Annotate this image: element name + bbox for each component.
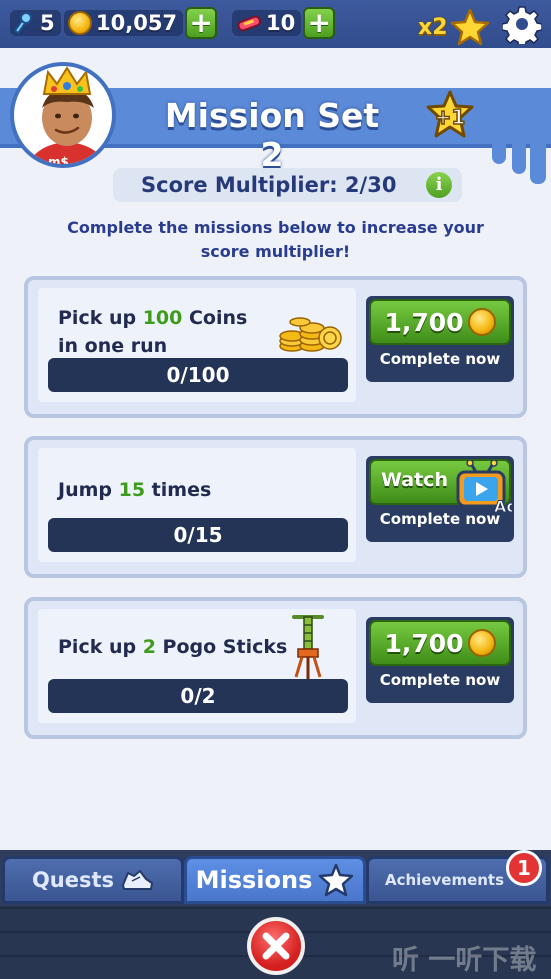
coin-stack-icon [279,317,342,352]
hoverboards-count: 10 [266,11,296,35]
complete-now-label[interactable]: Complete now [366,671,514,689]
mission-progress: 0/15 [48,518,348,552]
score-multiplier-bar: Score Multiplier: 2/30 [113,168,462,202]
tab-missions-label: Missions [195,866,313,894]
page-title: Mission Set 2 [164,96,380,174]
mission-card-2: Jump 15 times 0/15 Watch Ad Complete now [24,436,527,578]
mission-reward: 1,700 Complete now [366,296,514,382]
mission-info: Pick up 2 Pogo Sticks 0/2 [38,609,356,723]
mission-text-suffix: times [145,479,212,501]
reward-button[interactable]: 1,700 [369,299,511,345]
add-hoverboards-button[interactable]: + [303,7,336,39]
mission-target: 2 [142,636,156,658]
tab-quests[interactable]: Quests [2,856,184,904]
reward-amount: 1,700 [384,628,464,658]
score-multiplier-text: Score Multiplier: 2/30 [141,173,397,197]
star-icon [450,8,489,46]
tab-achievements-label: Achievements [385,871,505,889]
info-icon[interactable]: i [426,172,452,198]
tv-ad-icon: Ad [456,460,512,514]
close-button[interactable] [247,917,305,975]
mission-progress: 0/2 [48,679,348,713]
mission-text-prefix: Jump [58,479,119,501]
coin-icon [467,308,496,336]
mission-card-3: Pick up 2 Pogo Sticks 0/2 1,700 Complete… [24,597,527,739]
mission-info: Pick up 100 Coins in one run 0/100 [38,288,356,402]
mission-card-1: Pick up 100 Coins in one run 0/100 1,700… [24,276,527,418]
mission-reward: Watch Ad Complete now [366,456,514,542]
reward-amount: 1,700 [384,307,464,337]
achievements-notification-badge: 1 [506,850,542,886]
score-multiplier-indicator[interactable]: x2 [418,8,490,46]
key-icon [14,12,32,34]
banner-drip [530,144,546,184]
mission-text: Pick up 100 Coins in one run [58,304,268,360]
mission-text-prefix: Pick up [58,636,143,658]
gear-icon[interactable] [502,4,542,44]
bonus-label: +1 [435,105,466,129]
complete-now-label[interactable]: Complete now [366,350,514,368]
keys-counter: 5 [10,9,61,37]
mission-target: 100 [142,307,183,329]
tab-quests-label: Quests [31,868,115,892]
complete-now-label[interactable]: Complete now [366,510,514,528]
add-coins-button[interactable]: + [185,7,218,39]
plus-one-star-icon: +1 [426,90,474,138]
keys-count: 5 [40,11,55,35]
hoverboard-icon [237,15,261,32]
mission-reward: 1,700 Complete now [366,617,514,703]
star-icon [319,863,354,897]
coin-icon [467,629,496,657]
mission-text: Jump 15 times [58,476,358,504]
reward-button[interactable]: 1,700 [369,620,511,666]
hoverboards-counter: 10 + [232,7,336,39]
tab-missions[interactable]: Missions [184,856,366,904]
mission-text-suffix: Pogo Sticks [155,636,288,658]
mission-text-prefix: Pick up [58,307,143,329]
avatar: m$ [10,62,116,168]
close-icon [262,932,290,960]
banner-drip [512,144,526,174]
svg-text:m$: m$ [48,155,69,168]
coin-icon [68,11,92,35]
mission-target: 15 [118,479,146,501]
mission-progress: 0/100 [48,358,348,392]
banner-drip [492,144,506,164]
coins-counter: 10,057 + [64,7,218,39]
sneaker-icon [122,870,154,890]
mission-info: Jump 15 times 0/15 [38,448,356,562]
missions-description: Complete the missions below to increase … [67,218,484,261]
pogo-stick-icon [292,615,324,681]
coins-count: 10,057 [96,11,178,35]
watermark: 听 一听下载 [392,945,537,976]
multiplier-value: x2 [418,14,448,40]
watch-label: Watch [381,469,448,491]
top-bar: 5 10,057 + 10 + x2 [0,0,551,48]
